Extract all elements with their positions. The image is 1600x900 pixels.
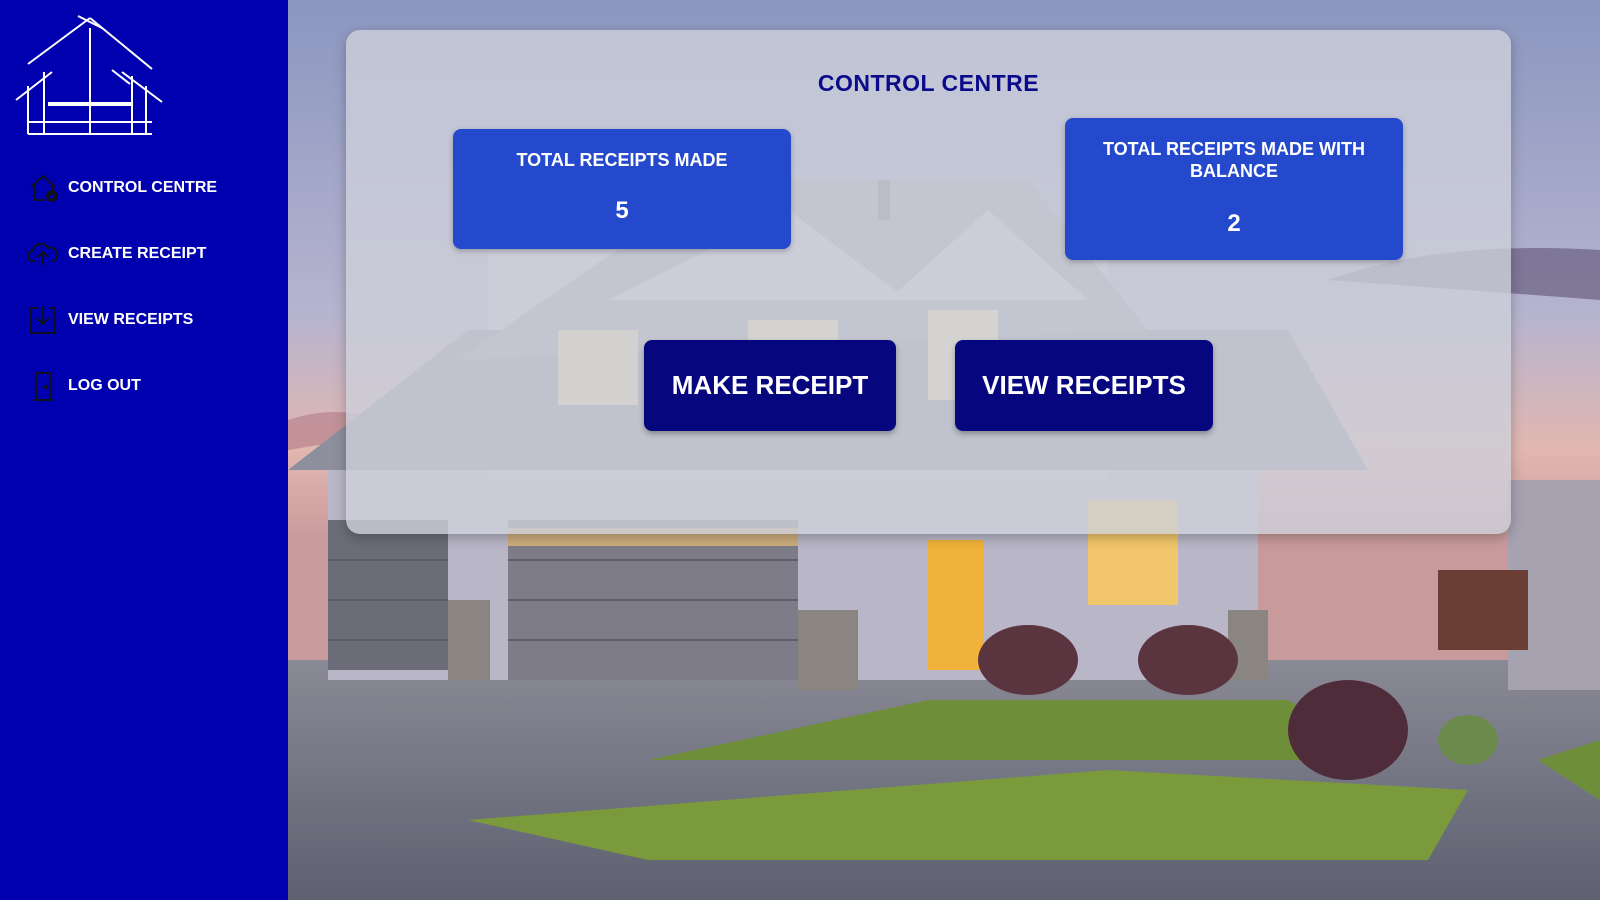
cloud-upload-icon — [26, 237, 60, 271]
control-centre-panel: CONTROL CENTRE TOTAL RECEIPTS MADE 5 TOT… — [346, 30, 1511, 534]
download-box-icon — [26, 303, 60, 337]
stat-title: TOTAL RECEIPTS MADE — [516, 150, 728, 170]
sidebar: CONTROL CENTRE CREATE RECEIPT VIEW RECEI… — [0, 0, 288, 900]
stat-value: 2 — [1227, 210, 1241, 237]
page-title: CONTROL CENTRE — [817, 70, 1040, 96]
sidebar-item-label: VIEW RECEIPTS — [68, 311, 194, 328]
sidebar-item-control-centre[interactable]: CONTROL CENTRE — [26, 170, 266, 206]
view-receipts-button[interactable]: VIEW RECEIPTS — [955, 340, 1213, 431]
stat-card-receipts-with-balance: TOTAL RECEIPTS MADE WITH BALANCE 2 — [1065, 118, 1403, 260]
sidebar-item-label: CONTROL CENTRE — [68, 179, 218, 196]
stat-value: 5 — [615, 197, 629, 224]
house-outline-logo-icon — [15, 15, 163, 135]
sidebar-item-log-out[interactable]: LOG OUT — [26, 368, 266, 404]
sidebar-item-label: LOG OUT — [68, 377, 141, 394]
make-receipt-button[interactable]: MAKE RECEIPT — [644, 340, 896, 431]
stat-title: TOTAL RECEIPTS MADE WITH BALANCE — [1102, 139, 1365, 181]
home-check-icon — [26, 171, 60, 205]
door-exit-icon — [26, 369, 60, 403]
sidebar-item-view-receipts[interactable]: VIEW RECEIPTS — [26, 302, 266, 338]
sidebar-item-label: CREATE RECEIPT — [68, 245, 207, 262]
stat-card-total-receipts: TOTAL RECEIPTS MADE 5 — [453, 129, 791, 249]
sidebar-item-create-receipt[interactable]: CREATE RECEIPT — [26, 236, 266, 272]
